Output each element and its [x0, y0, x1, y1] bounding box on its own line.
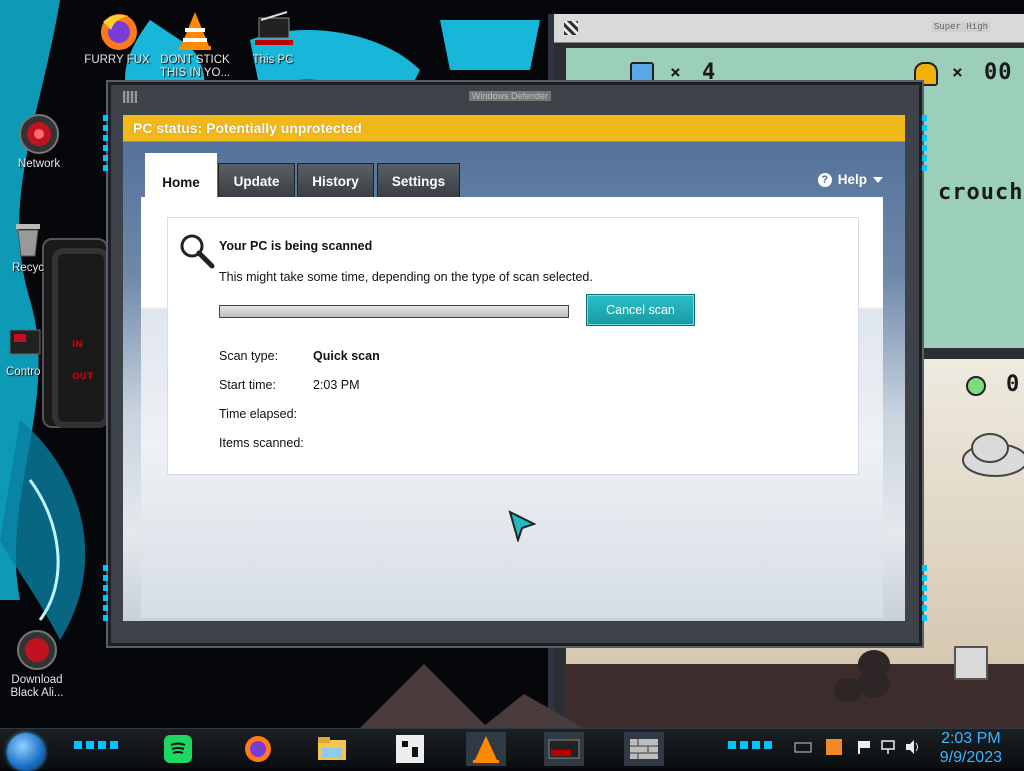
scan-type-label: Scan type:: [219, 349, 279, 363]
tab-label: Update: [233, 174, 280, 189]
taskbar-spotify[interactable]: [158, 732, 198, 766]
block-face-icon: [954, 646, 988, 680]
tab-home[interactable]: Home: [145, 153, 217, 198]
desktop-icon-label: FURRY FUX: [84, 54, 150, 66]
vlc-icon: [473, 736, 499, 763]
desktop-icon-label: Contro: [6, 366, 41, 378]
defender-window-title: Windows Defender: [469, 91, 552, 101]
desktop-icon-control-panel[interactable]: Contro: [0, 320, 66, 379]
scan-heading: Your PC is being scanned: [219, 239, 373, 253]
defender-app-icon: [123, 91, 137, 103]
desktop-icon-label: This PC: [252, 54, 294, 66]
network-tray-icon[interactable]: [880, 739, 896, 755]
taskbar: 2:03 PM 9/9/2023: [0, 728, 1024, 771]
desktop-icon-label: Recyc: [12, 262, 44, 274]
pc-status-bar: PC status: Potentially unprotected: [123, 115, 905, 142]
desktop-icon-recycle-bin[interactable]: Recyc: [0, 216, 72, 275]
help-menu[interactable]: ? Help: [817, 172, 883, 187]
tab-update[interactable]: Update: [218, 163, 295, 198]
game-app-icon: [564, 21, 578, 35]
scan-status-card: Your PC is being scanned This might take…: [167, 217, 859, 475]
taskbar-game[interactable]: [390, 732, 430, 766]
taskbar-vlc[interactable]: [466, 732, 506, 766]
frame-accent: [922, 115, 927, 175]
firefox-icon: [245, 736, 271, 762]
vlc-icon: [173, 8, 217, 52]
app-tray-icon[interactable]: [826, 739, 842, 755]
frame-accent: [103, 115, 108, 175]
taskbar-clock[interactable]: 2:03 PM 9/9/2023: [940, 729, 1002, 767]
taskbar-file-explorer[interactable]: [312, 732, 352, 766]
tab-label: History: [312, 174, 359, 189]
photo-app-icon: [548, 739, 580, 759]
hud-bells-count: 00: [984, 60, 1013, 85]
volume-icon[interactable]: [904, 739, 920, 755]
mouse-cursor-icon: [508, 510, 537, 542]
recycle-bin-icon: [6, 216, 50, 260]
clock-date: 9/9/2023: [939, 749, 1002, 766]
tab-history[interactable]: History: [297, 163, 374, 198]
keyboard-icon[interactable]: [794, 739, 812, 755]
start-button[interactable]: [7, 733, 45, 771]
desktop-icon-firefox[interactable]: FURRY FUX: [72, 8, 162, 67]
control-panel-icon: [6, 320, 50, 364]
clock-time: 2:03 PM: [941, 730, 1001, 747]
hud-multiplier: ×: [952, 62, 964, 83]
frame-accent: [103, 565, 108, 625]
desktop-icon-label: Download Black Ali...: [10, 674, 64, 699]
gadget-out-label: OUT: [72, 372, 94, 382]
cancel-scan-label: Cancel scan: [606, 303, 675, 317]
wall-app-icon: [630, 739, 658, 759]
taskbar-accent: [728, 741, 772, 749]
hud-time: 0: [1006, 372, 1021, 397]
desktop-icon-download[interactable]: Download Black Ali...: [0, 628, 82, 700]
game-icon: [396, 735, 424, 763]
help-label: Help: [837, 172, 867, 187]
desktop-icon-label: Network: [17, 158, 61, 170]
game-window-title: Super High: [931, 22, 990, 32]
game-hint-text: crouch: [938, 180, 1024, 205]
taskbar-firefox[interactable]: [238, 732, 278, 766]
defender-window[interactable]: Windows Defender PC status: Potentially …: [103, 82, 927, 646]
frame-accent: [922, 565, 927, 625]
hud-multiplier: ×: [670, 62, 682, 83]
network-icon: [17, 112, 61, 156]
home-panel: Your PC is being scanned This might take…: [141, 197, 883, 618]
desktop-icon-vlc[interactable]: DONT STICK THIS IN YO...: [150, 8, 240, 80]
scan-type-value: Quick scan: [313, 349, 380, 363]
desktop-icon-network[interactable]: Network: [0, 112, 84, 171]
file-explorer-icon: [318, 737, 346, 760]
download-icon: [15, 628, 59, 672]
firefox-icon: [95, 8, 139, 52]
scan-progress-bar: [219, 305, 569, 318]
scan-description: This might take some time, depending on …: [219, 270, 593, 284]
start-time-value: 2:03 PM: [313, 378, 360, 392]
tree-decoration: [834, 650, 890, 702]
clock-icon: [966, 376, 986, 396]
desktop-icon-this-pc[interactable]: This PC: [228, 8, 318, 67]
gadget-in-label: IN: [72, 340, 83, 350]
desktop-icon-label: DONT STICK THIS IN YO...: [159, 54, 231, 79]
this-pc-icon: [251, 8, 295, 52]
magnifier-icon: [180, 234, 215, 269]
start-time-label: Start time:: [219, 378, 276, 392]
help-icon: ?: [817, 172, 832, 187]
cloud-decoration: [962, 433, 1024, 477]
taskbar-wall-app[interactable]: [624, 732, 664, 766]
spotify-icon: [164, 735, 192, 763]
tab-label: Home: [162, 175, 200, 190]
tab-label: Settings: [391, 174, 446, 189]
flag-icon[interactable]: [856, 739, 872, 755]
taskbar-accent: [74, 741, 118, 749]
time-elapsed-label: Time elapsed:: [219, 407, 298, 421]
chevron-down-icon: [873, 176, 883, 183]
game-titlebar[interactable]: Super High: [554, 14, 1024, 43]
items-scanned-label: Items scanned:: [219, 436, 304, 450]
cancel-scan-button[interactable]: Cancel scan: [586, 294, 695, 326]
defender-client-area: PC status: Potentially unprotected Home …: [123, 115, 905, 621]
tab-settings[interactable]: Settings: [377, 163, 460, 198]
taskbar-photo-app[interactable]: [544, 732, 584, 766]
mountain-decoration: [354, 664, 594, 734]
pc-status-text: PC status: Potentially unprotected: [133, 120, 362, 136]
